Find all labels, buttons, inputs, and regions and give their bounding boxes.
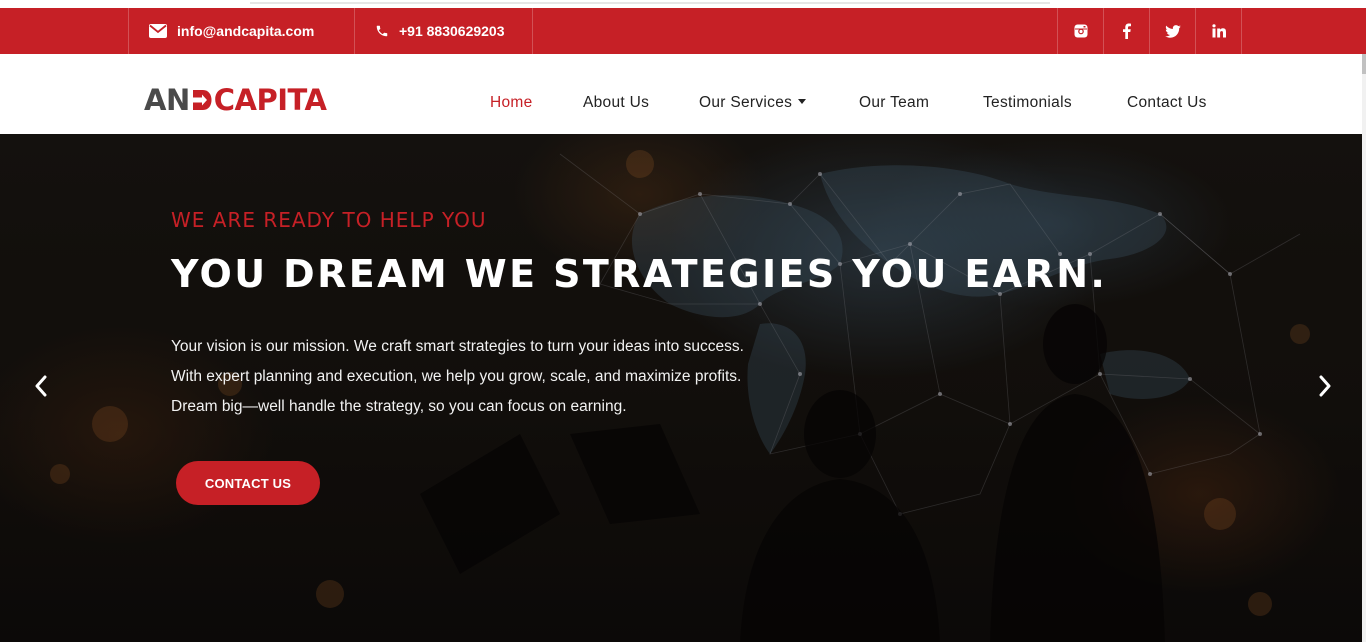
divider [1241,8,1242,54]
hero-text-line: Your vision is our mission. We craft sma… [171,338,744,355]
hero-text-line: With expert planning and execution, we h… [171,368,742,385]
page-scrollbar[interactable] [1362,54,1366,644]
nav-testimonials[interactable]: Testimonials [983,94,1072,112]
email-contact[interactable]: info@andcapita.com [128,8,354,54]
hero-slider: WE ARE READY TO HELP YOU YOU DREAM WE ST… [0,134,1362,644]
logo-text-an: AN [144,82,190,117]
browser-address-line [250,2,1050,4]
twitter-icon [1164,24,1181,38]
phone-contact[interactable]: +91 8830629203 [354,8,532,54]
chevron-left-icon [35,375,47,397]
linkedin-icon [1211,24,1226,38]
email-text: info@andcapita.com [177,23,315,39]
phone-icon [376,25,388,37]
nav-our-services-label: Our Services [699,94,793,111]
slider-next-button[interactable] [1313,374,1337,398]
phone-text: +91 8830629203 [399,23,505,39]
hero-text-line: Dream big—well handle the strategy, so y… [171,398,627,415]
divider [532,8,533,54]
nav-about-us[interactable]: About Us [583,94,649,112]
chevron-right-icon [1319,375,1331,397]
instagram-link[interactable] [1057,8,1103,54]
scrollbar-thumb[interactable] [1362,54,1366,74]
top-contact-bar: info@andcapita.com +91 8830629203 [0,8,1366,54]
nav-our-team[interactable]: Our Team [859,94,929,112]
logo[interactable]: AN CAPITA [144,82,327,117]
browser-top-strip [0,0,1366,8]
contact-us-button[interactable]: CONTACT US [176,461,320,505]
twitter-link[interactable] [1149,8,1195,54]
facebook-link[interactable] [1103,8,1149,54]
nav-contact-us[interactable]: Contact Us [1127,94,1207,112]
logo-d-mark-icon [192,90,212,110]
nav-home[interactable]: Home [490,94,533,112]
slider-prev-button[interactable] [29,374,53,398]
caret-down-icon [798,99,807,104]
nav-our-services[interactable]: Our Services [699,94,807,112]
logo-text-capita: CAPITA [213,82,327,117]
hero-title: YOU DREAM WE STRATEGIES YOU EARN. [171,252,1108,296]
envelope-icon [149,24,167,38]
linkedin-link[interactable] [1195,8,1241,54]
main-navbar: AN CAPITA Home About Us Our Services Our… [0,54,1366,134]
instagram-icon [1074,24,1087,38]
hero-subtitle: WE ARE READY TO HELP YOU [171,208,487,232]
facebook-icon [1123,23,1131,39]
